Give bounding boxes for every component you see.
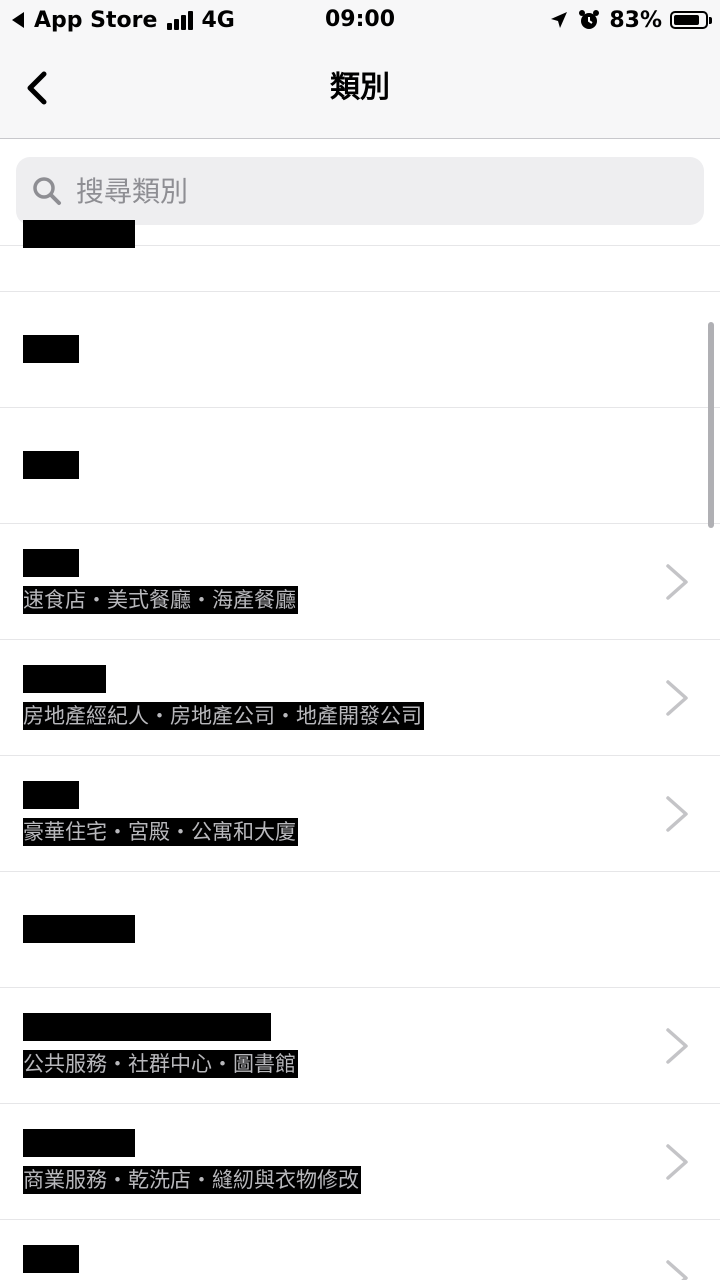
- chevron-right-icon: [666, 680, 688, 716]
- chevron-right-icon: [666, 1144, 688, 1180]
- redacted-title: [23, 549, 79, 577]
- redacted-title: [23, 781, 79, 809]
- redacted-title: [23, 335, 79, 363]
- list-item-subtitle: 豪華住宅・宮殿・公寓和大廈: [23, 818, 298, 846]
- battery-cap: [709, 17, 712, 24]
- scrollbar[interactable]: [708, 322, 714, 528]
- category-list: 速食店・美式餐廳・海產餐廳 房地產經紀人・房地產公司・地產開發公司 豪華住宅・宮…: [0, 220, 720, 1280]
- list-item[interactable]: [0, 1220, 720, 1280]
- battery-percent: 83%: [609, 7, 662, 33]
- location-arrow-icon: [551, 12, 568, 28]
- status-bar: App Store 4G 09:00 83%: [0, 0, 720, 40]
- list-item[interactable]: [0, 220, 720, 292]
- battery-level-fill: [674, 15, 699, 25]
- redacted-title: [23, 915, 135, 943]
- list-item[interactable]: 公共服務・社群中心・圖書館: [0, 988, 720, 1104]
- list-item[interactable]: 速食店・美式餐廳・海產餐廳: [0, 524, 720, 640]
- alarm-icon: [579, 10, 600, 29]
- chevron-right-icon: [666, 1028, 688, 1064]
- redacted-title: [23, 1245, 79, 1273]
- screen: App Store 4G 09:00 83% 類別 搜尋類別 速食店・美式餐廳・…: [0, 0, 720, 1280]
- list-item[interactable]: 商業服務・乾洗店・縫紉與衣物修改: [0, 1104, 720, 1220]
- search-input[interactable]: [74, 173, 678, 209]
- list-item[interactable]: [0, 408, 720, 524]
- redacted-title: [23, 220, 135, 248]
- battery-icon: [670, 11, 712, 29]
- search-icon: [33, 177, 61, 205]
- list-item[interactable]: [0, 872, 720, 988]
- list-item-subtitle: 公共服務・社群中心・圖書館: [23, 1050, 298, 1078]
- redacted-title: [23, 451, 79, 479]
- redacted-title: [23, 1013, 271, 1041]
- page-title: 類別: [330, 70, 390, 105]
- search-bar[interactable]: [16, 157, 704, 225]
- redacted-title: [23, 665, 106, 693]
- redacted-title: [23, 1129, 135, 1157]
- list-item[interactable]: [0, 292, 720, 408]
- chevron-right-icon: [666, 1260, 688, 1280]
- list-item[interactable]: 豪華住宅・宮殿・公寓和大廈: [0, 756, 720, 872]
- list-item-subtitle: 房地產經紀人・房地產公司・地產開發公司: [23, 702, 424, 730]
- list-item-subtitle: 商業服務・乾洗店・縫紉與衣物修改: [23, 1166, 361, 1194]
- list-item[interactable]: 房地產經紀人・房地產公司・地產開發公司: [0, 640, 720, 756]
- status-right: 83%: [549, 6, 712, 34]
- chevron-right-icon: [666, 564, 688, 600]
- chevron-right-icon: [666, 796, 688, 832]
- navigation-bar: 類別: [0, 40, 720, 139]
- list-item-subtitle: 速食店・美式餐廳・海產餐廳: [23, 586, 298, 614]
